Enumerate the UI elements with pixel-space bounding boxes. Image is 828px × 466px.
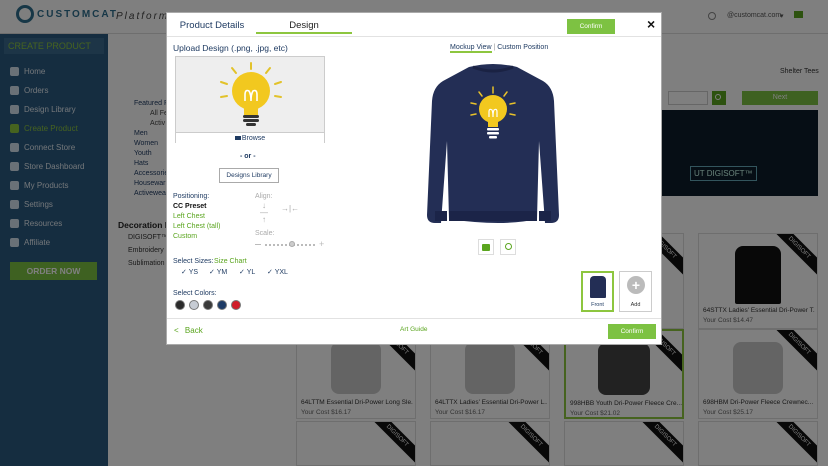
tab-label: Product Details [179,20,245,31]
upload-formats-text: (.png, .jpg, etc) [231,43,288,53]
color-swatch[interactable] [231,300,241,310]
zoom-in-icon [504,243,512,250]
front-thumbnail-label: Front [591,302,604,308]
tab-divider [167,36,661,37]
color-swatches [175,300,241,310]
footer-divider [167,318,661,319]
tab-label: Design [289,20,319,31]
size-checkbox-yl[interactable]: ✓ YL [239,268,255,276]
plus-icon: + [319,239,325,249]
tab-product-details[interactable]: Product Details [172,17,252,34]
select-sizes-label: Select Sizes: [173,258,214,265]
color-swatch[interactable] [189,300,199,310]
size-label: YS [188,269,199,276]
minus-icon [255,244,261,245]
front-thumbnail[interactable]: Front [581,271,614,312]
browse-button[interactable]: Browse [176,132,324,143]
view-separator: | [493,44,496,51]
scale-label: Scale: [255,230,275,237]
positioning-label: Positioning: [173,193,210,200]
size-checkbox-ys[interactable]: ✓ YS [181,268,198,276]
confirm-bottom-label: Confirm [620,328,644,335]
browse-label: Browse [241,135,266,142]
size-chart-link[interactable]: Size Chart [214,258,247,265]
shirt-icon [482,244,490,251]
position-cc-preset[interactable]: CC Preset [173,203,206,210]
plus-circle-icon: + [627,276,645,294]
lightbulb-design-image [220,62,282,126]
checkmark-icon: ✓ [209,269,217,276]
align-horizontal-icon[interactable]: →|← [281,204,303,216]
confirm-bottom-button[interactable]: Confirm [608,324,656,339]
checkmark-icon: ✓ [267,269,275,276]
align-vertical-icon[interactable]: ↓ — ↑ [257,202,271,224]
size-checkbox-ym[interactable]: ✓ YM [209,268,227,276]
add-view-button[interactable]: + Add [619,271,652,312]
back-arrow-icon: < [174,326,179,335]
mockup-view-link[interactable]: Mockup View [450,44,492,53]
back-button[interactable]: < Back [174,326,203,335]
art-guide-link[interactable]: Art Guide [400,326,427,333]
scale-slider[interactable]: + [255,239,327,249]
designs-library-button[interactable]: Designs Library [219,168,279,183]
color-swatch[interactable] [217,300,227,310]
designs-library-label: Designs Library [226,172,272,179]
select-colors-label: Select Colors: [173,290,217,297]
close-glyph: × [647,16,656,32]
size-checkbox-yxl[interactable]: ✓ YXL [267,268,288,276]
size-label: YM [216,269,228,276]
custom-position-link[interactable]: Custom Position [497,44,548,51]
checkmark-icon: ✓ [239,269,247,276]
view-toggle: Mockup View | Custom Position [450,44,548,53]
front-thumbnail-image [590,276,606,298]
position-left-chest-tall[interactable]: Left Chest (tall) [173,223,220,230]
sweatshirt-mockup [427,64,559,223]
position-custom[interactable]: Custom [173,233,197,240]
size-label: YXL [274,269,288,276]
design-modal: Product Details Design Confirm × Upload … [166,12,662,345]
zoom-button[interactable] [500,239,516,255]
align-label: Align: [255,193,273,200]
tab-design[interactable]: Design [256,17,352,34]
design-preview[interactable]: Browse [175,56,325,143]
color-swatch[interactable] [175,300,185,310]
position-left-chest[interactable]: Left Chest [173,213,205,220]
size-label: YL [246,269,256,276]
color-swatch[interactable] [203,300,213,310]
back-label: Back [184,326,203,335]
shirt-view-button[interactable] [478,239,494,255]
upload-title-text: Upload Design [173,43,229,53]
folder-icon [234,136,241,140]
confirm-top-button[interactable]: Confirm [567,19,615,34]
upload-title: Upload Design (.png, .jpg, etc) [173,43,288,53]
or-separator: - or - [240,153,256,160]
slider-handle[interactable] [289,241,295,247]
confirm-top-label: Confirm [579,23,603,30]
close-icon[interactable]: × [647,16,655,32]
checkmark-icon: ✓ [181,269,189,276]
add-label: Add [630,302,641,308]
